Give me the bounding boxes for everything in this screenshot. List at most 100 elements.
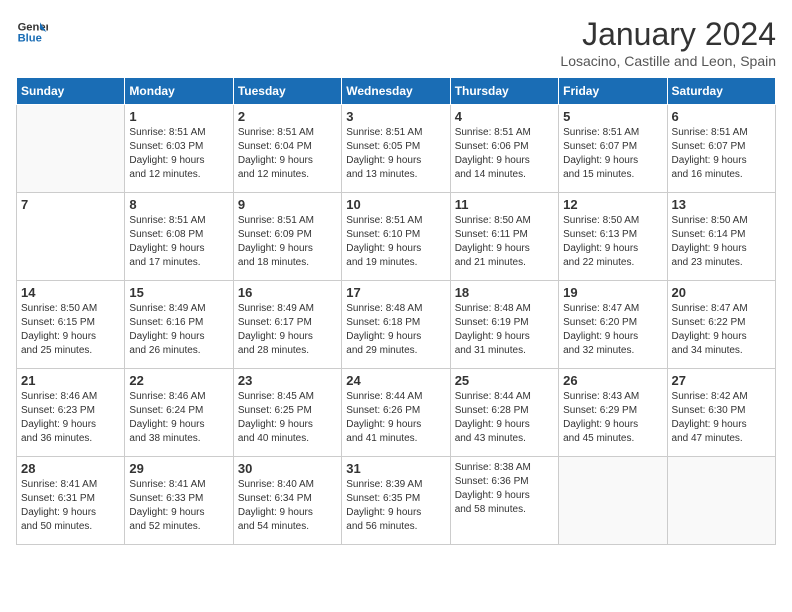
week-row-3: 14Sunrise: 8:50 AM Sunset: 6:15 PM Dayli… xyxy=(17,281,776,369)
calendar-cell: 6 Sunrise: 8:51 AM Sunset: 6:07 PM Daylig… xyxy=(667,105,775,193)
header: General Blue January 2024 Losacino, Cast… xyxy=(16,16,776,69)
calendar-cell xyxy=(667,457,775,545)
calendar-cell: 2Sunrise: 8:51 AM Sunset: 6:04 PM Daylig… xyxy=(233,105,341,193)
calendar-cell: 5Sunrise: 8:51 AM Sunset: 6:07 PM Daylig… xyxy=(559,105,667,193)
calendar-cell: 21 Sunrise: 8:46 AM Sunset: 6:23 PM Dayli… xyxy=(17,369,125,457)
day-number: 14 xyxy=(21,285,120,300)
day-info: Sunrise: 8:42 AM Sunset: 6:30 PM Dayligh… xyxy=(672,390,771,446)
calendar-cell: 11 Sunrise: 8:50 AM Sunset: 6:11 PM Dayli… xyxy=(450,193,558,281)
day-info: Sunrise: 8:48 AM Sunset: 6:19 PM Dayligh… xyxy=(455,302,554,358)
calendar-cell: 24Sunrise: 8:44 AM Sunset: 6:26 PM Dayli… xyxy=(342,369,450,457)
calendar-cell: 14Sunrise: 8:50 AM Sunset: 6:15 PM Dayli… xyxy=(17,281,125,369)
day-info: Sunrise: 8:44 AM Sunset: 6:26 PM Dayligh… xyxy=(346,390,445,446)
weekday-header-tuesday: Tuesday xyxy=(233,78,341,105)
title-area: January 2024 Losacino, Castille and Leon… xyxy=(560,16,776,69)
calendar-cell: 22Sunrise: 8:46 AM Sunset: 6:24 PM Dayli… xyxy=(125,369,233,457)
calendar-title: January 2024 xyxy=(560,16,776,53)
calendar-cell: 16Sunrise: 8:49 AM Sunset: 6:17 PM Dayli… xyxy=(233,281,341,369)
weekday-header-friday: Friday xyxy=(559,78,667,105)
day-info: Sunrise: 8:46 AM Sunset: 6:23 PM Dayligh… xyxy=(21,390,120,446)
weekday-header-wednesday: Wednesday xyxy=(342,78,450,105)
calendar-cell: 23Sunrise: 8:45 AM Sunset: 6:25 PM Dayli… xyxy=(233,369,341,457)
day-info: Sunrise: 8:51 AM Sunset: 6:07 PM Dayligh… xyxy=(563,126,662,182)
calendar-cell: 12Sunrise: 8:50 AM Sunset: 6:13 PM Dayli… xyxy=(559,193,667,281)
day-info: Sunrise: 8:51 AM Sunset: 6:08 PM Dayligh… xyxy=(129,214,228,270)
week-row-4: 21 Sunrise: 8:46 AM Sunset: 6:23 PM Dayli… xyxy=(17,369,776,457)
svg-text:General: General xyxy=(18,21,48,33)
calendar-cell xyxy=(559,457,667,545)
day-info: Sunrise: 8:44 AM Sunset: 6:28 PM Dayligh… xyxy=(455,390,554,446)
day-info: Sunrise: 8:51 AM Sunset: 6:05 PM Dayligh… xyxy=(346,126,445,182)
day-number: 19 xyxy=(563,285,662,300)
day-number: 6 xyxy=(672,109,771,124)
day-info: Sunrise: 8:41 AM Sunset: 6:33 PM Dayligh… xyxy=(129,478,228,534)
day-number: 17 xyxy=(346,285,445,300)
calendar-cell: Sunrise: 8:38 AM Sunset: 6:36 PM Dayligh… xyxy=(450,457,558,545)
day-number: 21 xyxy=(21,373,120,388)
svg-text:Blue: Blue xyxy=(18,33,42,45)
day-info: Sunrise: 8:51 AM Sunset: 6:07 PM Dayligh… xyxy=(672,126,771,182)
calendar-subtitle: Losacino, Castille and Leon, Spain xyxy=(560,53,776,69)
day-info: Sunrise: 8:39 AM Sunset: 6:35 PM Dayligh… xyxy=(346,478,445,534)
calendar-cell: 19 Sunrise: 8:47 AM Sunset: 6:20 PM Dayli… xyxy=(559,281,667,369)
day-number: 13 xyxy=(672,197,771,212)
day-info: Sunrise: 8:41 AM Sunset: 6:31 PM Dayligh… xyxy=(21,478,120,534)
calendar-cell xyxy=(17,105,125,193)
weekday-header-thursday: Thursday xyxy=(450,78,558,105)
day-number: 16 xyxy=(238,285,337,300)
day-number: 2 xyxy=(238,109,337,124)
logo: General Blue xyxy=(16,16,48,48)
day-number: 27 xyxy=(672,373,771,388)
day-number: 15 xyxy=(129,285,228,300)
day-number: 26 xyxy=(563,373,662,388)
day-info: Sunrise: 8:40 AM Sunset: 6:34 PM Dayligh… xyxy=(238,478,337,534)
calendar-cell: 7 xyxy=(17,193,125,281)
day-number: 18 xyxy=(455,285,554,300)
day-number: 31 xyxy=(346,461,445,476)
calendar-cell: 1 Sunrise: 8:51 AM Sunset: 6:03 PM Daylig… xyxy=(125,105,233,193)
day-info: Sunrise: 8:46 AM Sunset: 6:24 PM Dayligh… xyxy=(129,390,228,446)
day-number: 4 xyxy=(455,109,554,124)
calendar-cell: 26Sunrise: 8:43 AM Sunset: 6:29 PM Dayli… xyxy=(559,369,667,457)
calendar-cell: 29 Sunrise: 8:41 AM Sunset: 6:33 PM Dayli… xyxy=(125,457,233,545)
weekday-header-monday: Monday xyxy=(125,78,233,105)
week-row-1: 1 Sunrise: 8:51 AM Sunset: 6:03 PM Daylig… xyxy=(17,105,776,193)
calendar-cell: 18 Sunrise: 8:48 AM Sunset: 6:19 PM Dayli… xyxy=(450,281,558,369)
day-number: 7 xyxy=(21,197,120,212)
day-number: 23 xyxy=(238,373,337,388)
day-number: 28 xyxy=(21,461,120,476)
weekday-header-row: SundayMondayTuesdayWednesdayThursdayFrid… xyxy=(17,78,776,105)
week-row-5: 28 Sunrise: 8:41 AM Sunset: 6:31 PM Dayli… xyxy=(17,457,776,545)
calendar-cell: 17 Sunrise: 8:48 AM Sunset: 6:18 PM Dayli… xyxy=(342,281,450,369)
week-row-2: 78 Sunrise: 8:51 AM Sunset: 6:08 PM Dayli… xyxy=(17,193,776,281)
day-number: 29 xyxy=(129,461,228,476)
calendar-cell: 27 Sunrise: 8:42 AM Sunset: 6:30 PM Dayli… xyxy=(667,369,775,457)
day-info: Sunrise: 8:51 AM Sunset: 6:03 PM Dayligh… xyxy=(129,126,228,182)
day-number: 10 xyxy=(346,197,445,212)
day-number: 8 xyxy=(129,197,228,212)
day-info: Sunrise: 8:50 AM Sunset: 6:11 PM Dayligh… xyxy=(455,214,554,270)
calendar-cell: 31 Sunrise: 8:39 AM Sunset: 6:35 PM Dayli… xyxy=(342,457,450,545)
calendar-cell: 15 Sunrise: 8:49 AM Sunset: 6:16 PM Dayli… xyxy=(125,281,233,369)
day-info: Sunrise: 8:48 AM Sunset: 6:18 PM Dayligh… xyxy=(346,302,445,358)
day-info: Sunrise: 8:47 AM Sunset: 6:20 PM Dayligh… xyxy=(563,302,662,358)
calendar-cell: 4Sunrise: 8:51 AM Sunset: 6:06 PM Daylig… xyxy=(450,105,558,193)
logo-icon: General Blue xyxy=(16,16,48,48)
calendar-cell: 9Sunrise: 8:51 AM Sunset: 6:09 PM Daylig… xyxy=(233,193,341,281)
day-number: 3 xyxy=(346,109,445,124)
calendar-cell: 3 Sunrise: 8:51 AM Sunset: 6:05 PM Daylig… xyxy=(342,105,450,193)
calendar-cell: 28 Sunrise: 8:41 AM Sunset: 6:31 PM Dayli… xyxy=(17,457,125,545)
calendar-cell: 8 Sunrise: 8:51 AM Sunset: 6:08 PM Daylig… xyxy=(125,193,233,281)
calendar-cell: 30 Sunrise: 8:40 AM Sunset: 6:34 PM Dayli… xyxy=(233,457,341,545)
day-info: Sunrise: 8:49 AM Sunset: 6:16 PM Dayligh… xyxy=(129,302,228,358)
weekday-header-saturday: Saturday xyxy=(667,78,775,105)
day-number: 25 xyxy=(455,373,554,388)
day-number: 11 xyxy=(455,197,554,212)
day-info: Sunrise: 8:51 AM Sunset: 6:09 PM Dayligh… xyxy=(238,214,337,270)
calendar-cell: 10Sunrise: 8:51 AM Sunset: 6:10 PM Dayli… xyxy=(342,193,450,281)
day-info: Sunrise: 8:50 AM Sunset: 6:13 PM Dayligh… xyxy=(563,214,662,270)
calendar-cell: 13Sunrise: 8:50 AM Sunset: 6:14 PM Dayli… xyxy=(667,193,775,281)
day-info: Sunrise: 8:47 AM Sunset: 6:22 PM Dayligh… xyxy=(672,302,771,358)
day-number: 1 xyxy=(129,109,228,124)
day-number: 30 xyxy=(238,461,337,476)
